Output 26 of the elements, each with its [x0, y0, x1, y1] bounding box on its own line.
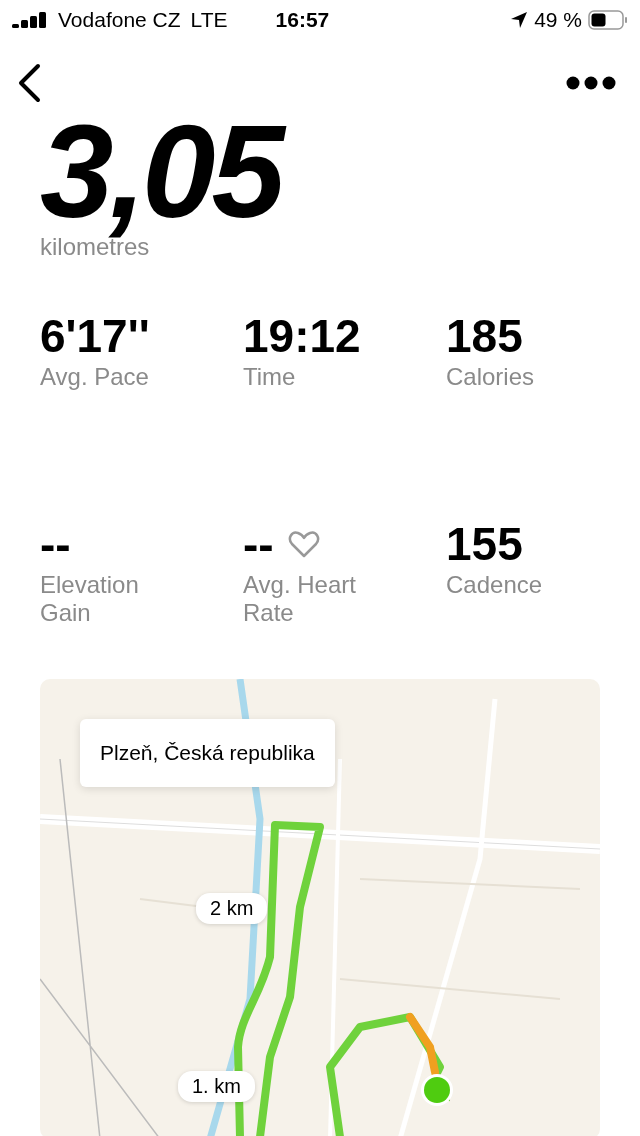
stat-value: 6'17'' — [40, 313, 150, 359]
signal-icon — [12, 12, 46, 28]
carrier-name: Vodafone CZ — [58, 8, 181, 32]
location-arrow-icon — [510, 11, 529, 29]
stat-label: Calories — [446, 363, 535, 390]
stat-label: Time — [243, 363, 296, 390]
distance-marker: 2 km — [196, 893, 268, 924]
battery-percentage: 49 % — [534, 8, 582, 32]
battery-icon — [588, 10, 628, 30]
location-callout[interactable]: Plzeň, Česká republika — [80, 719, 335, 787]
stat-value: 155 — [446, 521, 523, 567]
stat-label: Avg. Heart Rate — [243, 571, 356, 626]
clock: 16:57 — [275, 8, 330, 32]
stat-label: Avg. Pace — [40, 363, 149, 390]
stat-value: 19:12 — [243, 313, 361, 359]
stat-value: -- — [40, 521, 71, 567]
stat-label: Elevation Gain — [40, 571, 139, 626]
stat-value: -- — [243, 521, 274, 567]
start-marker-icon — [420, 1073, 454, 1107]
distance-marker: 1. km — [178, 1071, 255, 1102]
heart-icon[interactable] — [287, 530, 320, 558]
network-type: LTE — [190, 8, 228, 32]
stat-label: Cadence — [446, 571, 543, 598]
more-button[interactable] — [566, 76, 616, 90]
back-button[interactable] — [16, 63, 42, 103]
stat-value: 185 — [446, 313, 523, 359]
